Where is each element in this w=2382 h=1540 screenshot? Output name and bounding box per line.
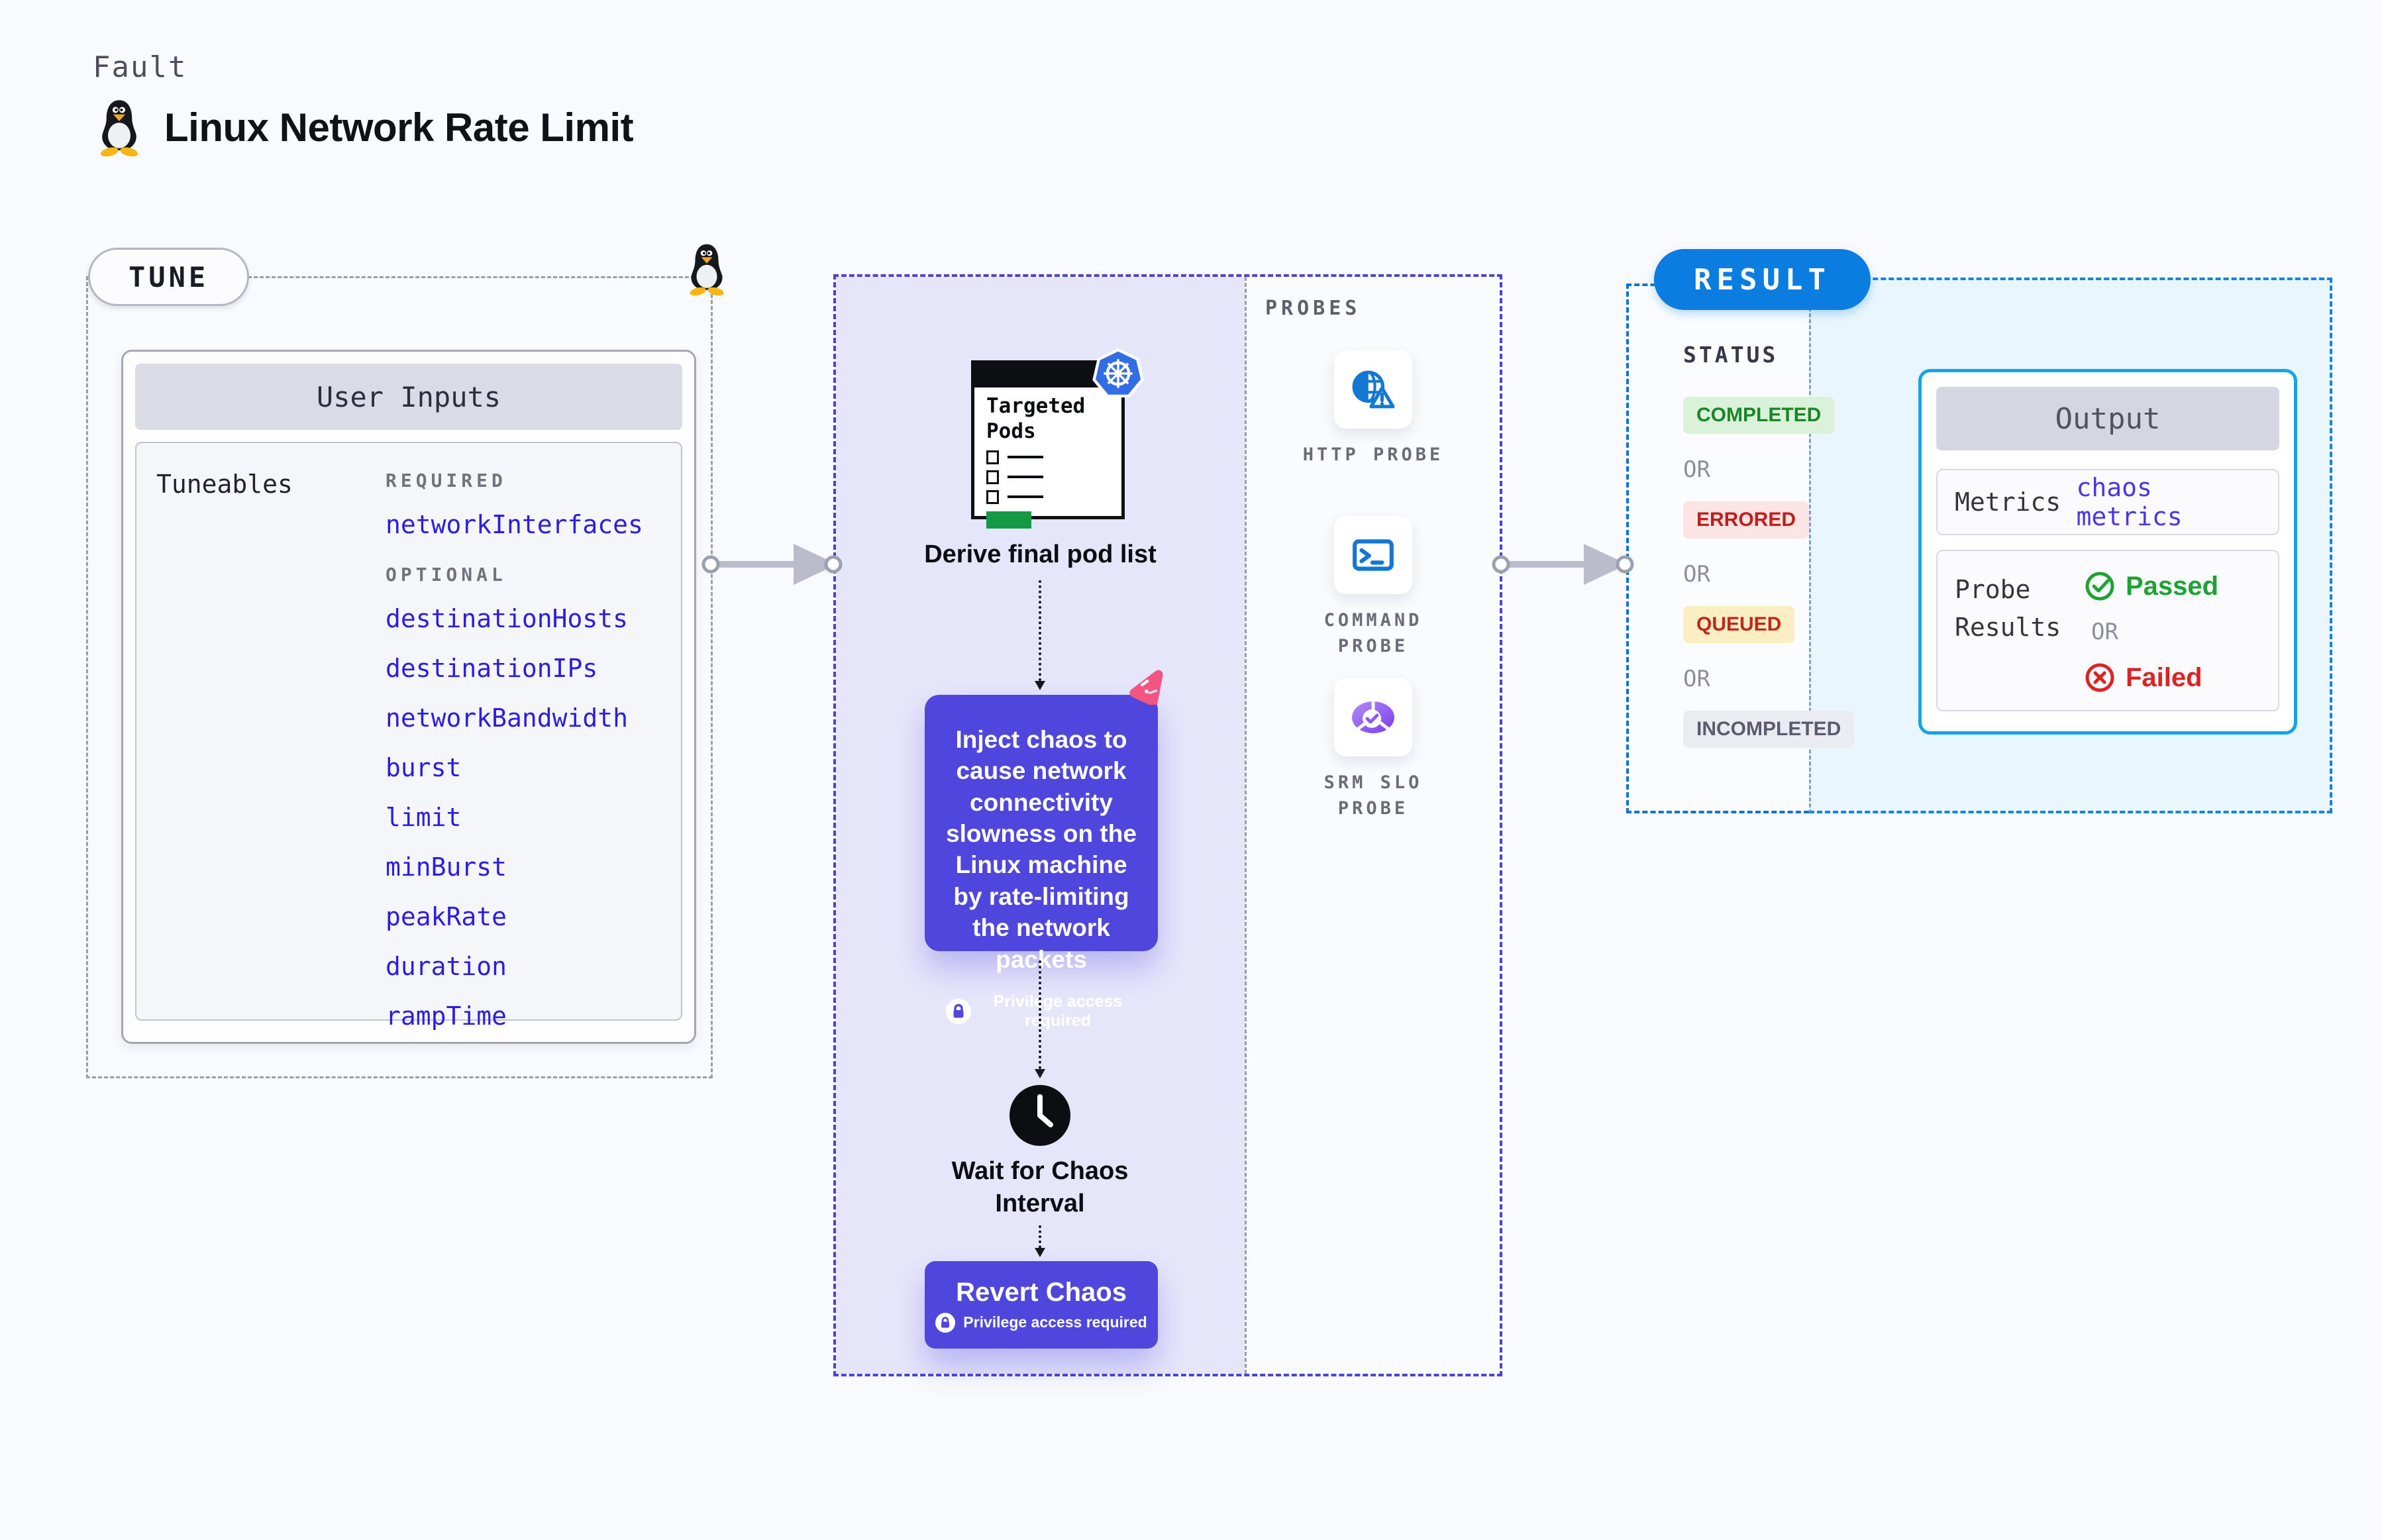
tuneable-item: destinationIPs <box>386 654 598 683</box>
probe-results-label: Probe Results <box>1955 575 2061 642</box>
probe-card <box>1334 678 1412 756</box>
tuneable-item: duration <box>386 952 507 981</box>
tuneable-item: peakRate <box>386 902 507 931</box>
tuneable-item: rampTime <box>386 1001 507 1031</box>
status-badge-incompleted: INCOMPLETED <box>1683 711 1855 748</box>
probe-item-srm-slo: SRM SLO PROBE <box>1247 678 1500 821</box>
pod-checklist-row <box>986 489 1110 504</box>
check-circle-icon <box>2085 571 2115 601</box>
status-badge-errored: ERRORED <box>1683 501 1810 539</box>
tuneable-item: networkInterfaces <box>386 510 643 539</box>
kubernetes-icon <box>1092 348 1144 400</box>
tuneable-item: networkBandwidth <box>386 703 629 733</box>
metrics-row: Metrics chaos metrics <box>1936 469 2279 535</box>
tuneable-item: destinationHosts <box>386 604 629 633</box>
tuneables-label: Tuneables <box>156 470 293 499</box>
required-group-label: REQUIRED <box>386 470 507 491</box>
optional-group-label: OPTIONAL <box>386 564 507 586</box>
progress-bar <box>986 511 1031 529</box>
list-line <box>1008 495 1043 499</box>
result-badge: RESULT <box>1654 249 1871 310</box>
wait-for-chaos-label: Wait for Chaos Interval <box>951 1157 1129 1218</box>
page-title: Linux Network Rate Limit <box>164 105 634 150</box>
execution-flow-panel: Targeted Pods Derive final pod list Inje… <box>836 277 1245 1374</box>
tuneables-panel: Tuneables REQUIRED networkInterfaces OPT… <box>135 442 682 1031</box>
terminal-icon <box>1351 535 1395 575</box>
flow-connector-arrow <box>1035 580 1045 690</box>
lock-icon <box>935 1312 956 1333</box>
probe-label: COMMAND PROBE <box>1323 610 1423 657</box>
passed-label: Passed <box>2126 571 2219 601</box>
failed-line: Failed <box>2085 662 2218 693</box>
inject-chaos-step: Inject chaos to cause network connectivi… <box>925 695 1158 1030</box>
tuneable-item: minBurst <box>386 852 507 882</box>
user-inputs-card: User Inputs Tuneables REQUIRED networkIn… <box>121 350 696 1044</box>
privilege-label: Privilege access required <box>993 992 1123 1030</box>
output-card: Output Metrics chaos metrics Probe Resul… <box>1918 369 2297 735</box>
list-line <box>1008 476 1043 479</box>
derive-pod-list-label: Derive final pod list <box>924 540 1157 568</box>
probes-panel-label: PROBES <box>1265 297 1361 320</box>
checkbox-icon <box>986 450 999 464</box>
output-title: Output <box>1936 387 2279 450</box>
clock-icon <box>1008 1084 1072 1147</box>
status-badge-queued: QUEUED <box>1683 606 1795 643</box>
execution-section-box: Targeted Pods Derive final pod list Inje… <box>833 274 1502 1376</box>
pod-checklist-row <box>986 450 1110 464</box>
probes-to-result-arrow <box>1491 541 1635 588</box>
status-badge-completed: COMPLETED <box>1683 397 1835 434</box>
tune-to-execution-arrow <box>701 541 844 588</box>
passed-line: Passed <box>2085 571 2218 601</box>
page-title-row: Linux Network Rate Limit <box>97 98 634 156</box>
tuneable-item: burst <box>386 753 462 782</box>
lock-icon <box>946 998 971 1024</box>
probes-panel: PROBES HTTP PROBE COMMAND PROBE SRM SLO … <box>1245 277 1500 1374</box>
probe-item-command: COMMAND PROBE <box>1247 516 1500 659</box>
probe-results-row: Probe Results Passed OR Failed <box>1936 550 2279 711</box>
tuneables-list: REQUIRED networkInterfaces OPTIONAL dest… <box>386 470 643 1031</box>
linux-penguin-icon <box>97 98 142 156</box>
metrics-label: Metrics <box>1955 487 2061 517</box>
revert-chaos-step: Revert Chaos Privilege access required <box>925 1261 1158 1349</box>
targeted-pods-title: Targeted Pods <box>986 394 1086 443</box>
result-status-box: STATUS COMPLETED OR ERRORED OR QUEUED OR… <box>1626 283 1855 813</box>
privilege-label: Privilege access required <box>963 1313 1147 1331</box>
privilege-row: Privilege access required <box>946 992 1137 1031</box>
probe-label: HTTP PROBE <box>1302 444 1444 465</box>
globe-warning-icon <box>1351 369 1395 410</box>
flow-connector-arrow <box>1035 1225 1045 1257</box>
metrics-value: chaos metrics <box>2076 473 2183 531</box>
flow-connector-arrow <box>1035 960 1045 1078</box>
privilege-row: Privilege access required <box>935 1312 1147 1333</box>
probe-label: SRM SLO PROBE <box>1323 772 1423 819</box>
or-separator: OR <box>2091 619 2118 645</box>
revert-chaos-label: Revert Chaos <box>956 1277 1127 1307</box>
status-heading: STATUS <box>1683 342 1779 368</box>
chaos-logo-icon <box>1127 666 1166 705</box>
failed-label: Failed <box>2126 662 2202 692</box>
slo-donut-check-icon <box>1350 699 1396 736</box>
fault-diagram: Fault Linux Network Rate Limit TUNE User… <box>0 0 2382 1540</box>
probe-item-http: HTTP PROBE <box>1247 350 1500 468</box>
list-line <box>1008 456 1043 459</box>
tune-badge: TUNE <box>88 248 250 306</box>
probe-card <box>1334 350 1412 429</box>
inject-chaos-description: Inject chaos to cause network connectivi… <box>946 726 1137 973</box>
or-separator: OR <box>1683 561 1710 588</box>
user-inputs-title: User Inputs <box>135 364 682 430</box>
or-separator: OR <box>1683 666 1710 692</box>
probe-card <box>1334 516 1412 594</box>
or-separator: OR <box>1683 456 1710 483</box>
x-circle-icon <box>2085 662 2115 693</box>
checkbox-icon <box>986 470 999 484</box>
pod-checklist-row <box>986 470 1110 484</box>
tuneable-item: limit <box>386 803 462 832</box>
fault-kicker: Fault <box>93 50 187 84</box>
linux-penguin-corner-icon <box>686 241 727 297</box>
checkbox-icon <box>986 489 999 504</box>
